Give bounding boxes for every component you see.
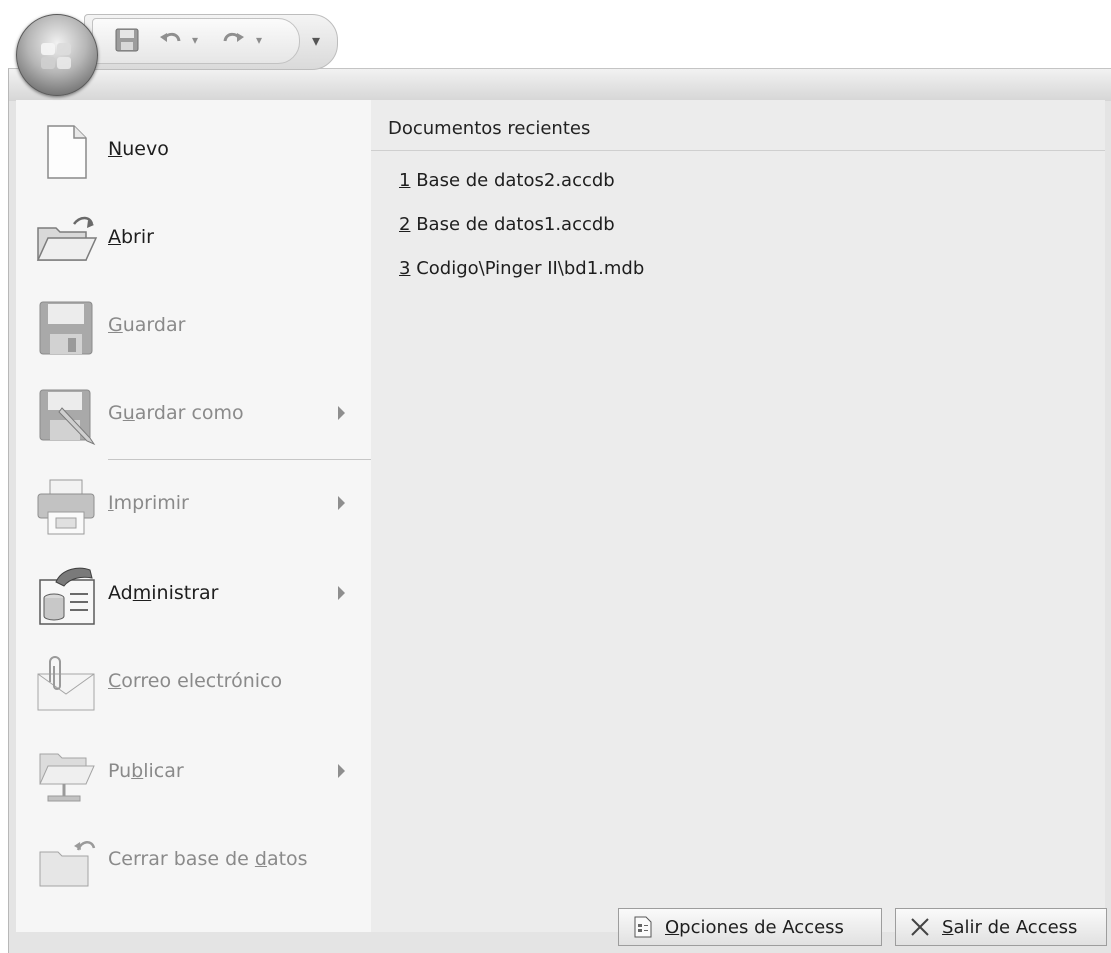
- recent-documents-title: Documentos recientes: [388, 118, 591, 139]
- new-document-icon: [47, 125, 87, 179]
- submenu-arrow-icon: [338, 496, 345, 510]
- manage-database-icon: [39, 567, 95, 625]
- menu-item-label: Correo electrónico: [108, 670, 283, 692]
- printer-icon: [37, 479, 95, 535]
- menu-item-label: Abrir: [108, 226, 154, 248]
- menu-item-imprimir[interactable]: Imprimir: [16, 462, 371, 550]
- menu-separator: [108, 459, 371, 460]
- menu-item-nuevo[interactable]: Nuevo: [16, 108, 371, 196]
- menu-item-cerrar-base-de-datos[interactable]: Cerrar base de datos: [16, 818, 371, 906]
- menu-item-publicar[interactable]: Publicar: [16, 730, 371, 818]
- menu-item-label: Administrar: [108, 582, 219, 604]
- submenu-arrow-icon: [338, 406, 345, 420]
- redo-icon[interactable]: [218, 26, 248, 54]
- menu-item-label: Imprimir: [108, 492, 189, 514]
- recent-documents-panel: Documentos recientes 1 Base de datos2.ac…: [371, 100, 1105, 932]
- menu-item-administrar[interactable]: Administrar: [16, 552, 371, 640]
- menu-commands: Nuevo Abrir Guardar Guardar como Imprimi…: [16, 100, 372, 932]
- exit-access-button[interactable]: Salir de Access: [895, 908, 1107, 946]
- menu-item-guardar[interactable]: Guardar: [16, 284, 371, 372]
- save-disk-icon: [39, 301, 93, 355]
- email-icon: [37, 656, 95, 711]
- exit-access-label: Salir de Access: [942, 916, 1078, 938]
- customize-qat-icon[interactable]: ▾: [306, 26, 326, 54]
- office-logo-icon: [41, 43, 71, 69]
- publish-icon: [39, 753, 95, 802]
- frame-header: [9, 69, 1111, 101]
- recent-document-item[interactable]: 3 Codigo\Pinger II\bd1.mdb: [399, 258, 644, 279]
- open-folder-icon: [36, 216, 98, 261]
- menu-item-label: Guardar: [108, 314, 186, 336]
- office-button[interactable]: [16, 14, 98, 96]
- menu-item-abrir[interactable]: Abrir: [16, 196, 371, 284]
- submenu-arrow-icon: [338, 764, 345, 778]
- menu-item-label: Guardar como: [108, 402, 244, 424]
- close-database-icon: [39, 841, 96, 887]
- menu-item-guardar-como[interactable]: Guardar como: [16, 372, 371, 460]
- options-icon: [634, 916, 652, 938]
- recent-document-item[interactable]: 1 Base de datos2.accdb: [399, 170, 615, 191]
- menu-item-label: Cerrar base de datos: [108, 848, 308, 870]
- save-icon[interactable]: [112, 26, 142, 54]
- menu-item-label: Nuevo: [108, 138, 169, 160]
- submenu-arrow-icon: [338, 586, 345, 600]
- menu-item-label: Publicar: [108, 760, 184, 782]
- close-icon: [911, 918, 929, 936]
- menu-item-correo[interactable]: Correo electrónico: [16, 640, 371, 728]
- undo-icon[interactable]: [156, 26, 186, 54]
- undo-dropdown-icon[interactable]: ▾: [188, 26, 202, 54]
- access-options-button[interactable]: Opciones de Access: [618, 908, 882, 946]
- redo-dropdown-icon[interactable]: ▾: [252, 26, 266, 54]
- save-as-icon: [39, 389, 96, 446]
- access-options-label: Opciones de Access: [665, 916, 844, 938]
- recent-document-item[interactable]: 2 Base de datos1.accdb: [399, 214, 615, 235]
- recent-separator: [371, 150, 1105, 151]
